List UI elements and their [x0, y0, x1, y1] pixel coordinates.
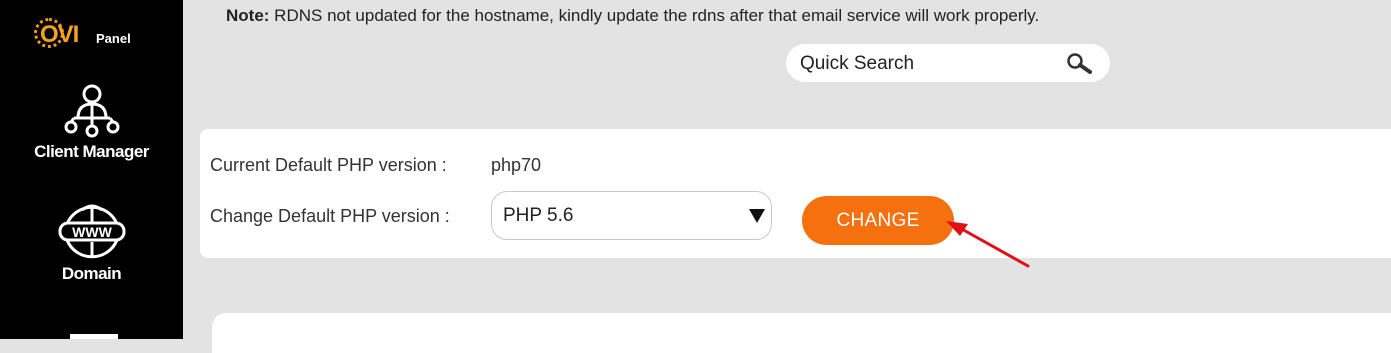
ovipanel-logo[interactable]: OVI Panel — [34, 14, 154, 54]
dropdown-caret-icon — [749, 209, 765, 223]
current-php-label: Current Default PHP version : — [210, 155, 447, 175]
search-input[interactable] — [798, 49, 1062, 79]
selected-php-version: PHP 5.6 — [503, 205, 574, 226]
www-text: WWW — [72, 224, 112, 240]
sidebar-item-label: Client Manager — [34, 142, 149, 161]
notice-prefix: Note: — [226, 6, 270, 25]
rdns-notice: Note: RDNS not updated for the hostname,… — [226, 6, 1039, 26]
notice-text: RDNS not updated for the hostname, kindl… — [269, 6, 1040, 25]
network-hierarchy-icon — [64, 84, 119, 138]
www-globe-icon: WWW — [58, 204, 125, 259]
php-version-card: Current Default PHP version : php70 Chan… — [200, 129, 1391, 258]
annotation-arrow — [946, 221, 1030, 268]
change-button[interactable]: CHANGE — [802, 196, 954, 245]
search-icon[interactable] — [1066, 52, 1094, 76]
next-content-card — [212, 313, 1391, 353]
sidebar-item-domain[interactable]: WWW Domain — [0, 202, 183, 284]
change-php-label: Change Default PHP version : — [210, 206, 450, 226]
current-php-value: php70 — [491, 155, 542, 175]
sidebar-item-label: Domain — [61, 264, 122, 283]
sidebar-item-client-manager[interactable]: Client Manager — [0, 84, 183, 162]
php-version-select[interactable]: PHP 5.6 — [491, 191, 772, 240]
logo-brand: OVI — [40, 21, 79, 48]
quick-search — [786, 44, 1110, 82]
sidebar: OVI Panel Client Manager WWW Domain — [0, 0, 183, 339]
sidebar-next-item-icon[interactable] — [70, 334, 118, 339]
logo-suffix: Panel — [96, 31, 131, 46]
